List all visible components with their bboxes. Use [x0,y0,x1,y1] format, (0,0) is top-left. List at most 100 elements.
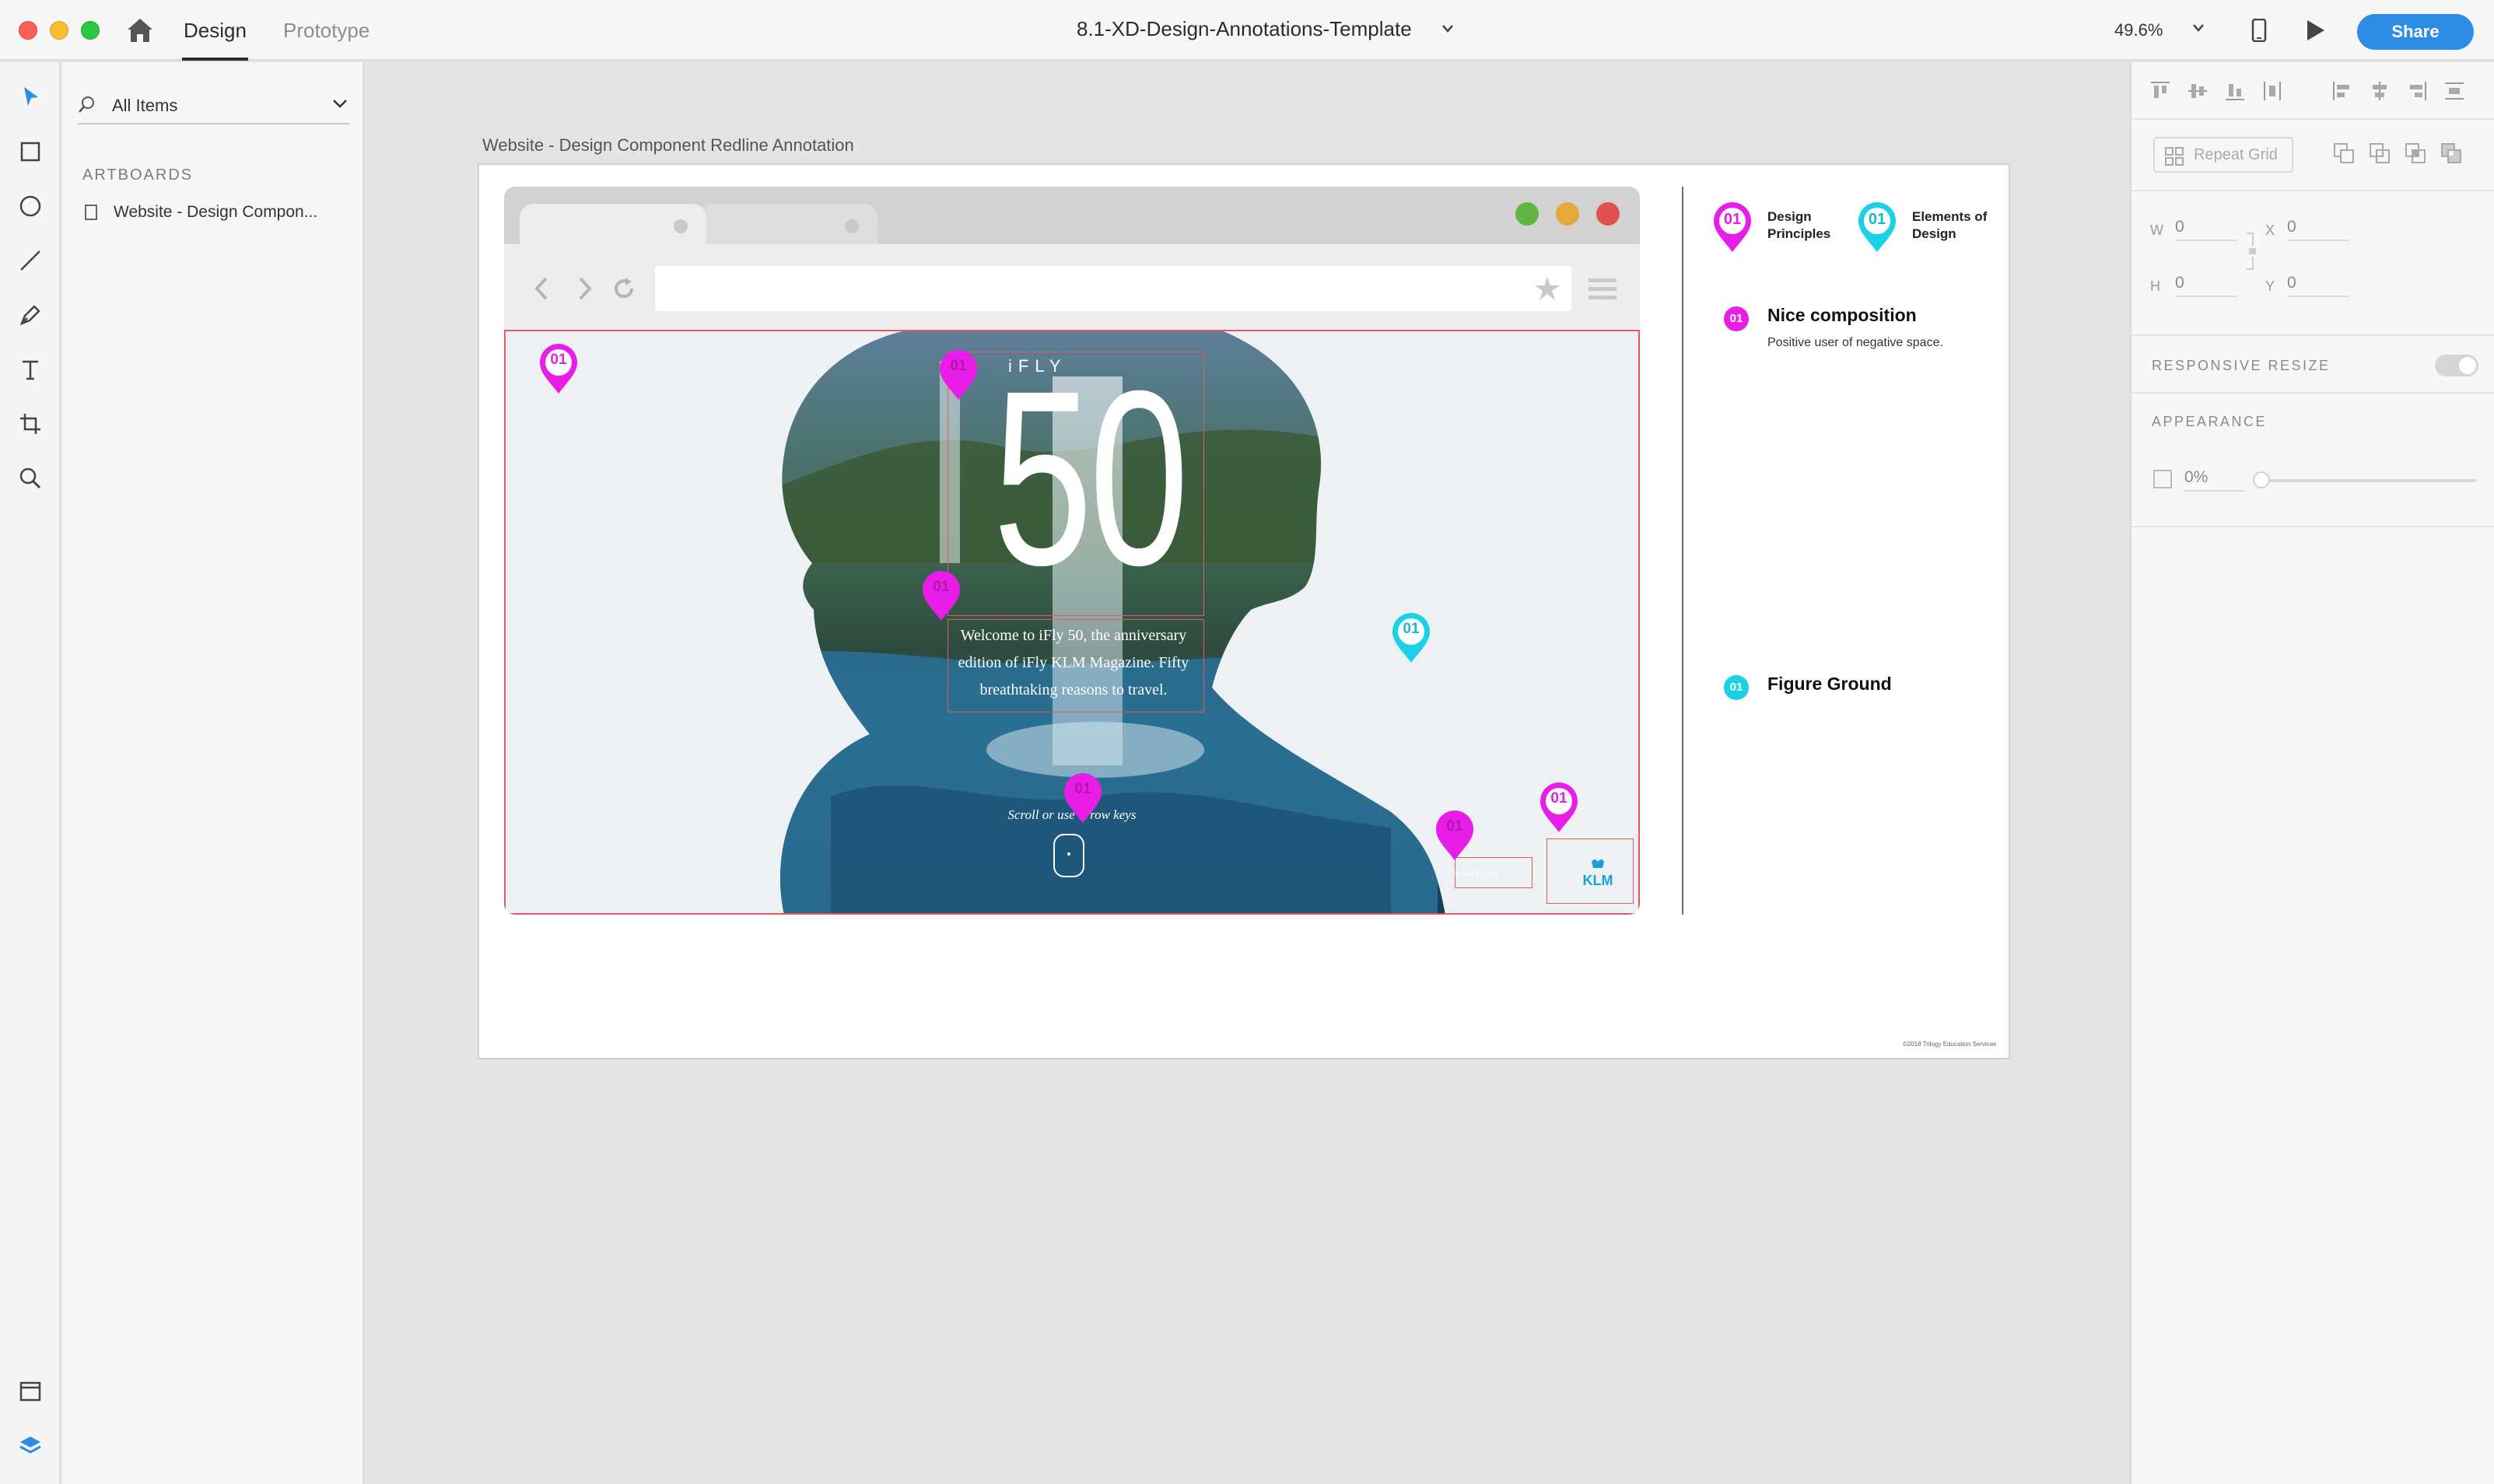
legend-pin-label: 01 [1723,211,1742,228]
close-window-button[interactable] [19,21,37,40]
annotation-pin-magenta[interactable]: 01 [1061,770,1105,826]
y-label: Y [2265,278,2275,294]
zoom-icon[interactable] [17,465,44,492]
align-bottom-icon[interactable] [2223,79,2247,103]
annotation-pin-magenta[interactable]: 01 [1433,807,1476,863]
distribute-icon[interactable] [2261,79,2284,103]
hero-image: iFLY 50 Welcome to iFly 50, the annivers… [504,330,1640,915]
annotation-pin-magenta[interactable]: 01 [537,341,580,397]
maximize-window-button[interactable] [81,21,100,40]
canvas[interactable]: Website - Design Component Redline Annot… [366,62,2130,1484]
layers-icon[interactable] [17,1433,44,1459]
browser-green-dot [1515,202,1539,226]
width-label: W [2150,222,2163,238]
pin-label: 01 [1403,621,1420,637]
tab-prototype[interactable]: Prototype [282,16,371,61]
align-top-icon[interactable] [2149,79,2172,103]
note-subtitle: Positive user of negative space. [1767,336,1943,349]
minimize-window-button[interactable] [50,21,68,40]
opacity-slider[interactable] [2259,479,2477,482]
legend-text-line: Elements of [1912,209,1988,224]
lock-proportions-icon[interactable] [2245,232,2256,271]
pen-icon[interactable] [17,302,44,328]
note-title: Nice composition [1767,305,1917,325]
star-icon [1535,277,1560,300]
align-right-icon[interactable] [2405,79,2429,103]
browser-address-row [504,244,1640,330]
width-field[interactable]: 0 [2175,218,2237,241]
chevron-down-icon[interactable] [2192,23,2205,33]
opacity-icon [2153,470,2172,488]
note-badge: 01 [1724,306,1749,331]
artboard-icon[interactable] [17,411,44,437]
height-label: H [2150,278,2160,294]
rectangle-icon[interactable] [17,138,44,165]
artboard[interactable]: iFLY 50 Welcome to iFly 50, the annivers… [478,163,2010,1059]
pin-label: 01 [1550,790,1568,807]
zoom-level[interactable]: 49.6% [2114,20,2163,40]
layer-filter[interactable]: All Items [78,89,350,124]
pin-label: 01 [1074,781,1091,797]
legend-pin-cyan: 01 [1855,199,1900,255]
align-middle-icon[interactable] [2186,79,2209,103]
annotation-pin-magenta[interactable]: 01 [919,568,963,624]
boolean-subtract-icon[interactable] [2368,142,2391,165]
annotation-pin-cyan[interactable]: 01 [1389,610,1433,666]
boolean-add-icon[interactable] [2332,142,2356,165]
responsive-resize-toggle[interactable] [2435,355,2478,376]
x-field[interactable]: 0 [2287,218,2349,241]
share-button[interactable]: Share [2357,14,2474,50]
line-icon[interactable] [17,247,44,274]
chevron-down-icon[interactable] [331,98,349,109]
legend-pin-magenta: 01 [1710,199,1755,255]
hero-copy: Welcome to iFly 50, the anniversary edit… [958,627,1189,698]
home-icon[interactable] [126,17,154,44]
layers-panel: All Items ARTBOARDS Website - Design Com… [62,62,364,1484]
repeat-grid-button[interactable]: Repeat Grid [2153,137,2293,173]
legend-text-line: Design [1912,226,1956,241]
boolean-exclude-icon[interactable] [2440,142,2463,165]
browser-mockup[interactable]: iFLY 50 Welcome to iFly 50, the annivers… [504,187,1640,915]
inspector-divider [2131,392,2494,394]
y-field[interactable]: 0 [2287,274,2349,297]
play-icon[interactable] [2304,19,2326,42]
ellipse-icon[interactable] [17,193,44,219]
page-icon [85,205,97,220]
artboard-list-item[interactable]: Website - Design Compon... [84,201,349,229]
x-label: X [2265,222,2275,238]
mobile-preview-icon[interactable] [2251,19,2267,42]
note-title: Figure Ground [1767,674,1892,694]
boolean-intersect-icon[interactable] [2404,142,2427,165]
search-icon [79,96,94,113]
align-left-icon[interactable] [2331,79,2354,103]
copyright-footer: ©2018 Trilogy Education Services [1903,1041,1997,1048]
text-icon[interactable] [17,356,44,383]
legend-text-line: Principles [1767,226,1831,241]
forward-arrow-icon [579,277,592,300]
klm-logo-text: KLM [1583,873,1613,888]
browser-yellow-dot [1556,202,1579,226]
chevron-down-icon[interactable] [1441,23,1455,34]
annotation-pin-magenta[interactable]: 01 [1537,779,1581,835]
align-center-icon[interactable] [2368,79,2391,103]
pin-label: 01 [550,352,567,368]
height-field[interactable]: 0 [2175,274,2237,297]
grid-icon [2165,147,2184,166]
distribute-horizontal-icon[interactable] [2443,79,2466,103]
language-selector: ENGLISH ^ [1455,870,1509,878]
select-icon[interactable] [17,84,44,110]
note-badge: 01 [1724,675,1749,700]
artboard-title[interactable]: Website - Design Component Redline Annot… [482,135,854,156]
reload-icon [615,278,634,299]
opacity-field[interactable]: 0% [2184,468,2245,492]
responsive-resize-heading: RESPONSIVE RESIZE [2152,358,2331,373]
tab-design[interactable]: Design [182,16,248,61]
document-title[interactable]: 8.1-XD-Design-Annotations-Template [1077,17,1412,41]
annotation-pin-magenta[interactable]: 01 [937,347,980,403]
assets-icon[interactable] [17,1378,44,1405]
opacity-slider-handle[interactable] [2253,471,2270,488]
pin-label: 01 [1446,818,1463,835]
pin-label: 01 [933,579,950,595]
inspector-divider [2131,118,2494,120]
browser-tab-strip [504,187,1640,244]
